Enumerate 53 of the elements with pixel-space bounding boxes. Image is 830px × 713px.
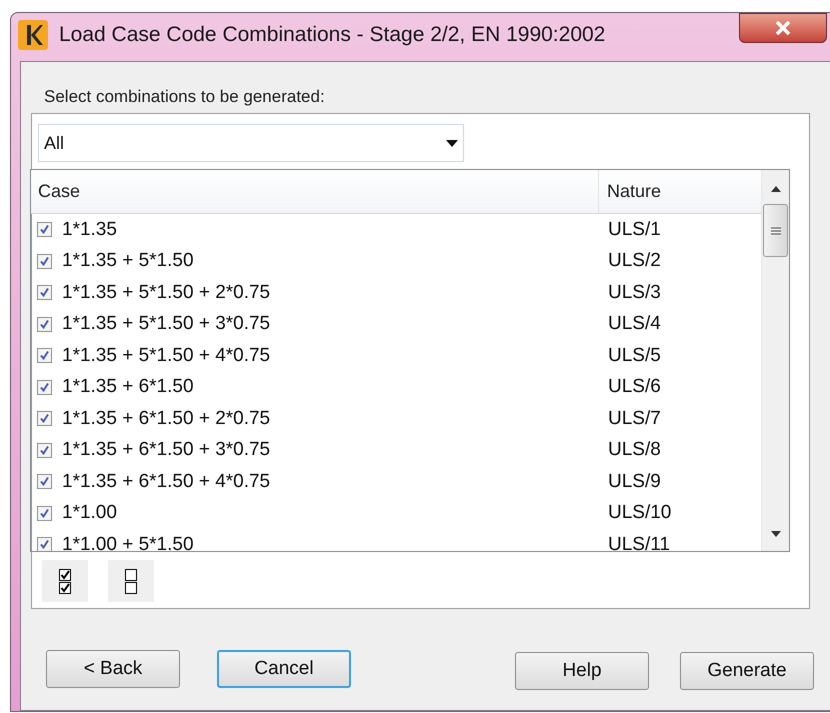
checkbox[interactable] [37,506,52,521]
close-icon [775,21,791,35]
scroll-thumb[interactable] [763,204,788,257]
case-cell-text: 1*1.35 + 5*1.50 [62,249,194,273]
nature-cell-text: ULS/11 [607,532,670,551]
scroll-down-icon [770,531,780,537]
nature-cell-text: ULS/6 [607,375,661,399]
cancel-button[interactable]: Cancel [217,650,351,688]
checkbox[interactable] [37,411,52,426]
checkbox[interactable] [37,474,52,490]
column-header[interactable]: Nature [599,170,761,213]
check-all-icon[interactable] [42,560,88,602]
scrollbar[interactable] [761,170,789,551]
case-cell-text: 1*1.35 [62,218,117,242]
checkbox[interactable] [37,285,52,300]
nature-cell-text: ULS/10 [607,501,672,525]
case-cell-text: 1*1.35 + 5*1.50 + 3*0.75 [62,312,270,336]
checkbox[interactable] [37,348,52,364]
nature-cell-text: ULS/7 [607,406,661,430]
case-cell-text: 1*1.35 + 6*1.50 + 4*0.75 [62,470,270,494]
nature-cell-text: ULS/3 [607,280,661,304]
column-header[interactable]: Case [31,170,599,213]
app-logo-icon [18,20,48,50]
nature-cell-text: ULS/1 [607,218,661,242]
nature-cell-text: ULS/4 [607,312,661,336]
checkbox[interactable] [37,442,52,458]
back-button[interactable]: < Back [46,650,180,688]
checkbox[interactable] [37,316,52,332]
close-button[interactable] [739,13,827,43]
checkbox[interactable] [37,380,52,395]
checkbox[interactable] [37,537,52,551]
uncheck-all-icon[interactable] [108,560,154,602]
case-cell-text: 1*1.00 [62,501,117,525]
case-cell-text: 1*1.35 + 5*1.50 + 4*0.75 [62,344,270,368]
nature-cell-text: ULS/8 [607,438,661,462]
prompt-label: Select combinations to be generated: [43,86,326,108]
case-cell-text: 1*1.35 + 6*1.50 [62,375,194,399]
case-cell-text: 1*1.35 + 6*1.50 + 2*0.75 [62,406,270,430]
case-cell-text: 1*1.00 + 5*1.50 [62,532,194,551]
help-button[interactable]: Help [515,652,649,690]
checkbox[interactable] [37,222,52,238]
nature-cell-text: ULS/9 [607,470,661,494]
checkbox[interactable] [37,254,52,269]
generate-button[interactable]: Generate [680,652,814,690]
scroll-up-icon [770,186,780,192]
grip-icon [770,226,780,234]
dropdown-arrow-icon [446,140,458,146]
nature-cell-text: ULS/2 [607,249,661,273]
filter-dropdown[interactable]: All [38,124,464,162]
case-cell-text: 1*1.35 + 6*1.50 + 3*0.75 [62,438,270,462]
case-cell-text: 1*1.35 + 5*1.50 + 2*0.75 [62,280,270,304]
nature-cell-text: ULS/5 [607,344,661,368]
window-title: Load Case Code Combinations - Stage 2/2, EN 1990:2002 [59,22,606,48]
